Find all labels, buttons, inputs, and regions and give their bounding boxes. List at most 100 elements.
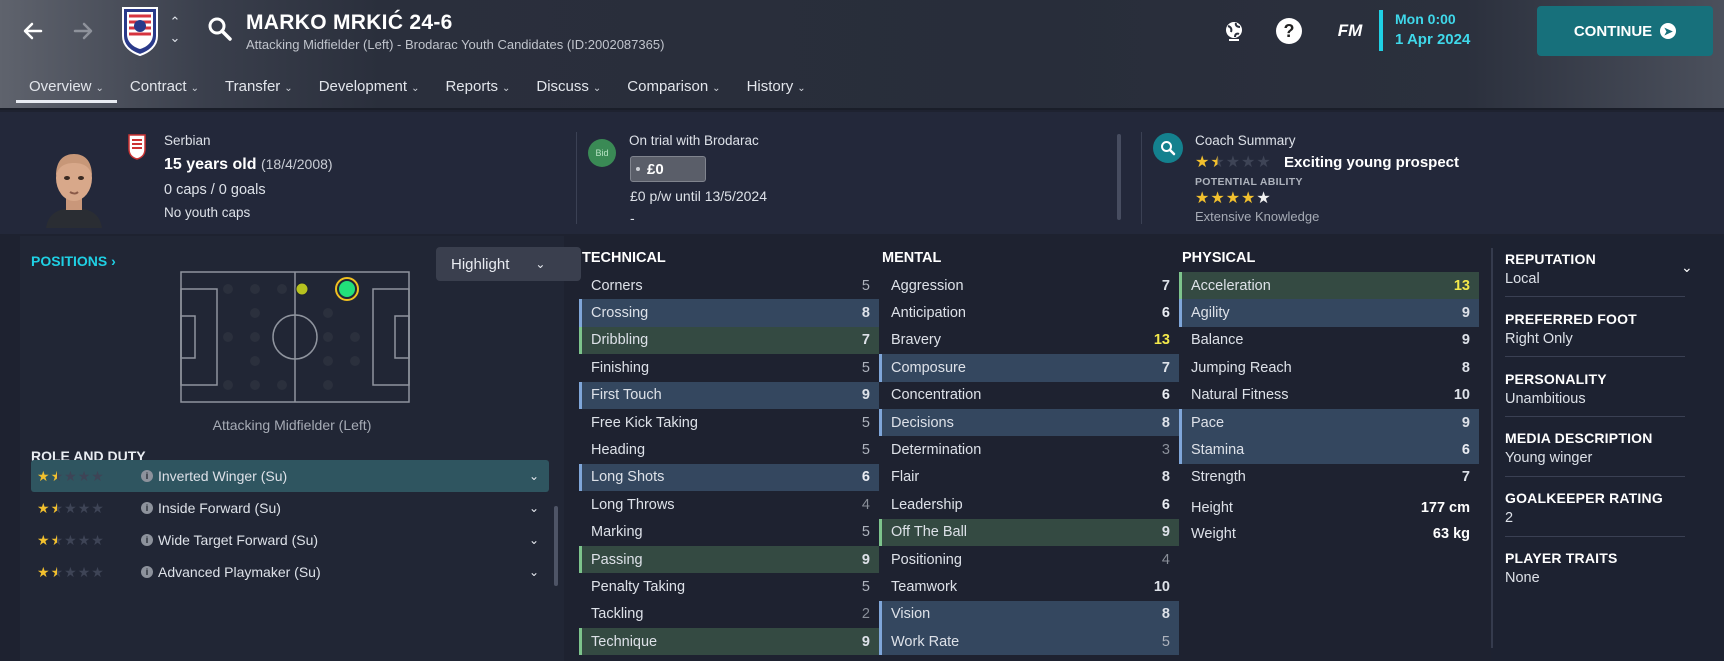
attribute-row[interactable]: Crossing 8 xyxy=(579,299,879,328)
tab-discuss[interactable]: Discuss ⌄ xyxy=(523,72,614,105)
help-icon[interactable]: ? xyxy=(1275,17,1303,45)
attribute-row[interactable]: Free Kick Taking 5 xyxy=(579,409,879,436)
role-name: Inverted Winger (Su) xyxy=(158,468,288,484)
chevron-up-icon[interactable]: ⌃ xyxy=(168,14,182,30)
preferred-foot-value: Right Only xyxy=(1505,331,1573,347)
continue-button[interactable]: CONTINUE ➤ xyxy=(1537,6,1713,56)
star-icon: ★ xyxy=(1256,190,1271,207)
attribute-row[interactable]: Long Throws 4 xyxy=(579,491,879,518)
age-value: 15 years old xyxy=(164,156,257,173)
physical-column: PHYSICAL Acceleration 13 Agility 9 Balance… xyxy=(1179,236,1479,547)
role-stars: ★ ★ ★ ★ ★ xyxy=(37,564,137,580)
tab-history[interactable]: History ⌄ xyxy=(734,72,819,105)
attribute-row[interactable]: Pace 9 xyxy=(1179,408,1479,437)
highlight-dropdown[interactable]: Highlight ⌄ xyxy=(436,247,581,281)
attribute-row[interactable]: Vision 8 xyxy=(879,600,1179,629)
forward-arrow-icon[interactable] xyxy=(66,14,100,48)
help-label[interactable]: ? xyxy=(1276,18,1302,44)
attribute-row[interactable]: Strength 7 xyxy=(1179,464,1479,491)
attribute-row[interactable]: Natural Fitness 10 xyxy=(1179,382,1479,409)
attribute-row[interactable]: First Touch 9 xyxy=(579,381,879,410)
attribute-row[interactable]: Penalty Taking 5 xyxy=(579,573,879,600)
attribute-row[interactable]: Agility 9 xyxy=(1179,299,1479,328)
attribute-row[interactable]: Finishing 5 xyxy=(579,354,879,381)
attribute-row[interactable]: Dribbling 7 xyxy=(579,326,879,355)
attribute-row[interactable]: Concentration 6 xyxy=(879,382,1179,409)
attribute-row[interactable]: Tackling 2 xyxy=(579,601,879,628)
technical-column: TECHNICAL Corners 5 Crossing 8 Dribbling 7 … xyxy=(579,236,879,656)
attribute-value: 2 xyxy=(861,606,870,623)
tab-transfer[interactable]: Transfer ⌄ xyxy=(212,72,306,105)
player-avatar[interactable] xyxy=(42,148,106,228)
attribute-name: Crossing xyxy=(591,305,649,322)
info-icon[interactable]: i xyxy=(141,534,153,546)
roles-scrollbar[interactable] xyxy=(554,506,558,586)
info-icon[interactable]: i xyxy=(141,470,153,482)
attribute-row[interactable]: Flair 8 xyxy=(879,464,1179,491)
attribute-row[interactable]: Technique 9 xyxy=(579,628,879,656)
info-icon[interactable]: i xyxy=(141,566,153,578)
info-icon[interactable]: i xyxy=(141,502,153,514)
tab-reports[interactable]: Reports ⌄ xyxy=(432,72,523,105)
attribute-row[interactable]: Off The Ball 9 xyxy=(879,518,1179,547)
attribute-value: 9 xyxy=(861,551,870,568)
attribute-row[interactable]: Composure 7 xyxy=(879,354,1179,382)
role-row[interactable]: ★ ★ ★ ★ ★ i Advanced Playmaker (Su) ⌄ xyxy=(31,556,549,588)
player-traits-item: PLAYER TRAITS None xyxy=(1505,550,1675,586)
search-icon[interactable] xyxy=(207,16,235,44)
attribute-row[interactable]: Jumping Reach 8 xyxy=(1179,354,1479,381)
attribute-row[interactable]: Corners 5 xyxy=(579,272,879,299)
attribute-name: Determination xyxy=(891,442,982,459)
tab-overview[interactable]: Overview ⌄ xyxy=(16,72,117,105)
globe-icon[interactable] xyxy=(1220,17,1248,45)
bid-icon[interactable]: Bid xyxy=(588,139,616,167)
divider xyxy=(1505,416,1685,417)
attribute-row[interactable]: Stamina 6 xyxy=(1179,436,1479,465)
chevron-down-icon[interactable]: ⌄ xyxy=(529,501,539,515)
role-row[interactable]: ★ ★ ★ ★ ★ i Inverted Winger (Su) ⌄ xyxy=(31,460,549,492)
attribute-row[interactable]: Teamwork 10 xyxy=(879,573,1179,600)
transfer-fee-tag[interactable]: £0 xyxy=(630,156,706,182)
tab-contract[interactable]: Contract ⌄ xyxy=(117,72,212,105)
fm-logo[interactable]: FM xyxy=(1333,17,1367,45)
fm-logo-text[interactable]: FM xyxy=(1338,21,1363,41)
magnifier-icon[interactable] xyxy=(1153,133,1183,163)
tab-development[interactable]: Development ⌄ xyxy=(306,72,433,105)
youth-caps: No youth caps xyxy=(164,205,251,220)
chevron-down-icon[interactable]: ⌄ xyxy=(529,565,539,579)
attribute-row[interactable]: Heading 5 xyxy=(579,436,879,463)
date-accent-bar xyxy=(1379,10,1383,51)
attribute-row[interactable]: Aggression 7 xyxy=(879,272,1179,299)
attribute-value: 8 xyxy=(1161,606,1170,623)
role-row[interactable]: ★ ★ ★ ★ ★ i Wide Target Forward (Su) ⌄ xyxy=(31,524,549,556)
attribute-row[interactable]: Positioning 4 xyxy=(879,546,1179,573)
attribute-row[interactable]: Bravery 13 xyxy=(879,327,1179,354)
attribute-row[interactable]: Marking 5 xyxy=(579,519,879,546)
tab-comparison[interactable]: Comparison ⌄ xyxy=(614,72,733,105)
attribute-value: 5 xyxy=(861,277,870,294)
attribute-row[interactable]: Decisions 8 xyxy=(879,408,1179,437)
chevron-down-icon[interactable]: ⌄ xyxy=(168,30,182,46)
attribute-row[interactable]: Determination 3 xyxy=(879,436,1179,463)
position-pitch[interactable] xyxy=(180,271,410,403)
attribute-row[interactable]: Work Rate 5 xyxy=(879,628,1179,656)
star-icon: ★ xyxy=(64,468,77,484)
scrollbar[interactable] xyxy=(1117,134,1121,220)
role-row[interactable]: ★ ★ ★ ★ ★ i Inside Forward (Su) ⌄ xyxy=(31,492,549,524)
player-traits-label: PLAYER TRAITS xyxy=(1505,550,1618,566)
attribute-row[interactable]: Passing 9 xyxy=(579,545,879,574)
positions-link[interactable]: POSITIONS › xyxy=(31,253,116,269)
back-arrow-icon[interactable] xyxy=(16,14,50,48)
chevron-down-icon[interactable]: ⌄ xyxy=(529,469,539,483)
attribute-row[interactable]: Leadership 6 xyxy=(879,491,1179,518)
attribute-row[interactable]: Long Shots 6 xyxy=(579,463,879,492)
chevron-down-icon[interactable]: ⌄ xyxy=(529,533,539,547)
chevron-down-icon[interactable]: ⌄ xyxy=(1681,259,1693,276)
attribute-row[interactable]: Anticipation 6 xyxy=(879,299,1179,326)
chevron-down-icon: ⌄ xyxy=(284,83,293,94)
attribute-row[interactable]: Acceleration 13 xyxy=(1179,272,1479,300)
player-switch-chevrons[interactable]: ⌃ ⌄ xyxy=(168,14,182,46)
club-badge-icon[interactable] xyxy=(121,6,159,57)
preferred-foot-label: PREFERRED FOOT xyxy=(1505,311,1637,327)
attribute-row[interactable]: Balance 9 xyxy=(1179,327,1479,354)
